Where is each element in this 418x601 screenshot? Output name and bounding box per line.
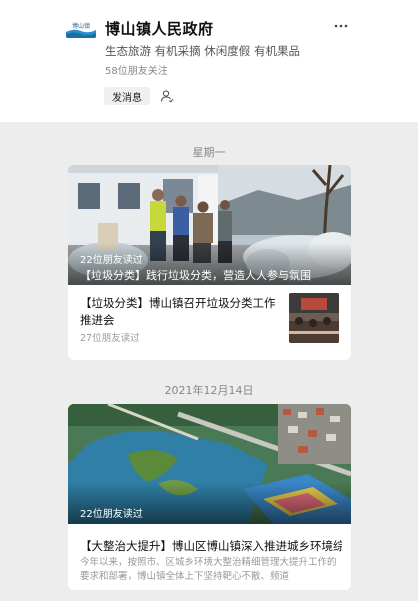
account-description: 生态旅游 有机采摘 休闲度假 有机果品 <box>105 44 300 58</box>
sub-article-title[interactable]: 【垃圾分类】博山镇召开垃圾分类工作推进会 <box>80 295 280 329</box>
sub-article[interactable]: 【垃圾分类】博山镇召开垃圾分类工作推进会 27位朋友读过 <box>68 285 351 351</box>
more-icon[interactable] <box>334 17 348 33</box>
read-count: 22位朋友读过 <box>80 255 143 266</box>
article-title[interactable]: 【大整治大提升】博山区博山镇深入推进城乡环境综… <box>80 538 342 554</box>
send-message-button[interactable]: 发消息 <box>104 87 150 105</box>
logo-text: 博山镇 <box>72 22 90 30</box>
article-cover-image[interactable]: 22位朋友读过 <box>68 404 351 524</box>
user-follow-icon[interactable] <box>158 87 176 105</box>
account-name[interactable]: 博山镇人民政府 <box>105 18 214 39</box>
sub-article-read-count: 27位朋友读过 <box>80 333 140 344</box>
account-logo[interactable]: 博山镇 <box>66 18 96 38</box>
follower-count[interactable]: 58位朋友关注 <box>105 62 168 77</box>
date-separator: 2021年12月14日 <box>164 384 254 397</box>
article-cover-image[interactable]: 22位朋友读过 【垃圾分类】践行垃圾分类，营造人人参与氛围 <box>68 165 351 285</box>
date-separator: 星期一 <box>192 146 226 159</box>
article-summary: 今年以来，按照市、区城乡环境大整治精细管理大提升工作的要求和部署，博山镇全体上下… <box>80 557 337 582</box>
article-card: 22位朋友读过 【垃圾分类】践行垃圾分类，营造人人参与氛围 【垃圾分类】博山镇召… <box>68 165 351 360</box>
article-card: 22位朋友读过 【大整治大提升】博山区博山镇深入推进城乡环境综… 今年以来，按照… <box>68 404 351 590</box>
article-title[interactable]: 【垃圾分类】践行垃圾分类，营造人人参与氛围 <box>80 267 311 283</box>
read-count: 22位朋友读过 <box>80 509 143 520</box>
account-header: 博山镇 博山镇人民政府 生态旅游 有机采摘 休闲度假 有机果品 58位朋友关注 … <box>0 0 418 122</box>
sub-article-thumbnail[interactable] <box>289 293 339 343</box>
